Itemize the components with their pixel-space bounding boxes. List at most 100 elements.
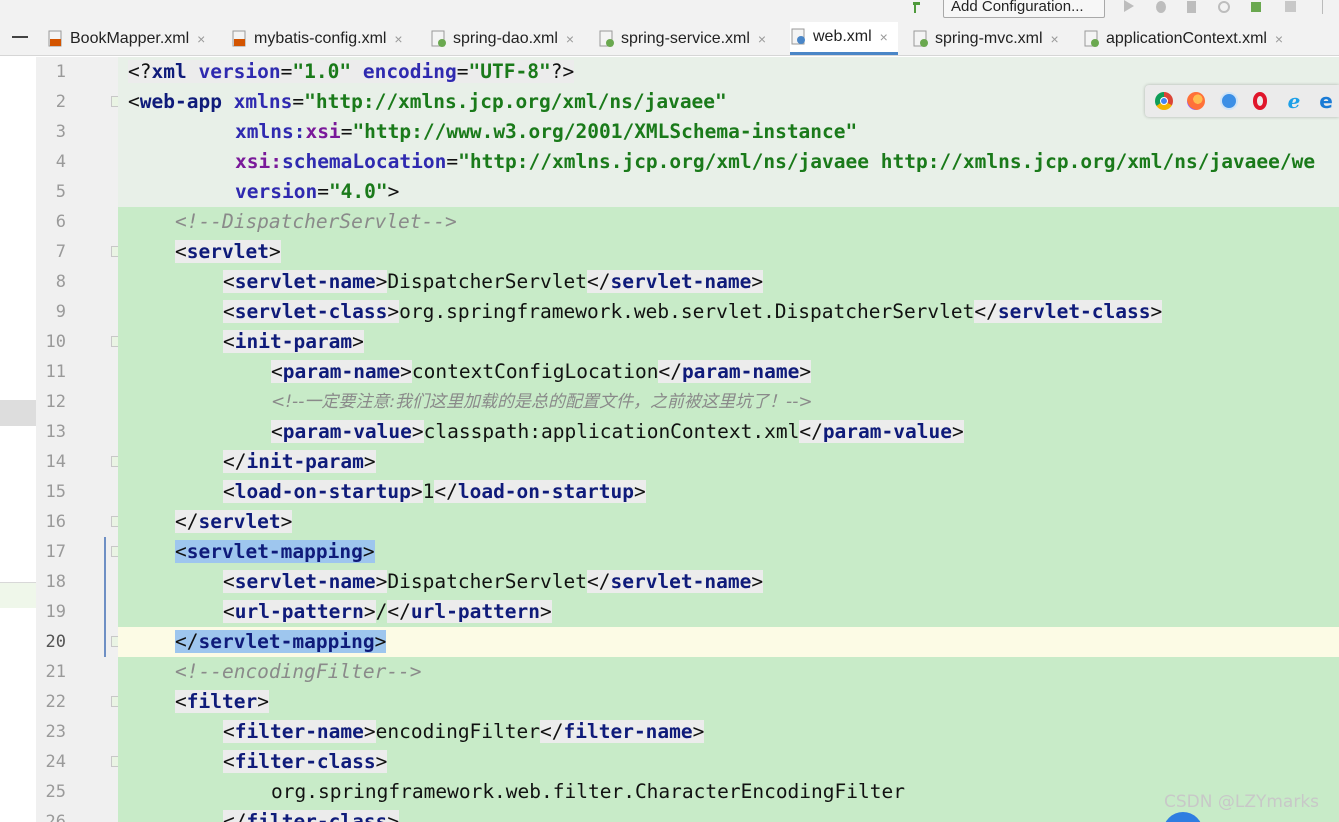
code-line-19: <url-pattern>/</url-pattern> <box>223 600 552 623</box>
token: param-name <box>282 360 401 383</box>
token: filter-name <box>563 720 693 743</box>
code-line-6: <!--DispatcherServlet--> <box>175 210 457 233</box>
line-number: 22 <box>45 692 66 712</box>
token: < <box>223 330 235 353</box>
line-number: 17 <box>45 542 66 562</box>
tab-close-icon[interactable]: × <box>1049 31 1061 47</box>
tab-close-icon[interactable]: × <box>1273 31 1285 47</box>
token: / <box>375 600 388 623</box>
opera-icon[interactable] <box>1253 92 1267 110</box>
token: url-pattern <box>234 600 364 623</box>
tab-close-icon[interactable]: × <box>392 31 404 47</box>
code-line-20: </servlet-mapping> <box>175 627 387 657</box>
token: servlet-name <box>234 570 376 593</box>
debug-icon[interactable] <box>1152 0 1170 14</box>
code-line-22: <filter> <box>175 687 269 717</box>
code-line-18: <servlet-name>DispatcherServlet</servlet… <box>223 570 764 593</box>
token: xmlns: <box>235 120 306 143</box>
line-number: 1 <box>55 62 66 82</box>
profile-icon[interactable] <box>1216 0 1234 14</box>
open-in-browser-bar: e e <box>1145 85 1339 117</box>
safari-icon[interactable] <box>1220 92 1238 110</box>
token: </ <box>223 450 247 473</box>
line-number-current: 20 <box>45 632 66 652</box>
code-line-11: <param-name>contextConfigLocation</param… <box>271 360 812 383</box>
token: contextConfigLocation <box>411 360 659 383</box>
token: "4.0" <box>328 180 388 203</box>
token: = <box>340 120 353 143</box>
token: encodingFilter <box>375 720 541 743</box>
code-line-3: xmlns:xsi="http://www.w3.org/2001/XMLSch… <box>235 117 857 147</box>
token: servlet-mapping <box>198 630 375 653</box>
token: > <box>352 330 364 353</box>
line-number: 6 <box>55 212 66 232</box>
edge-icon[interactable]: e <box>1317 91 1335 111</box>
token: </ <box>175 510 199 533</box>
token: > <box>363 450 376 473</box>
token: servlet-class <box>234 300 388 323</box>
token: > <box>387 810 400 822</box>
token: web-app <box>139 90 222 113</box>
strip-marker <box>0 582 36 608</box>
add-configuration-button[interactable]: Add Configuration... <box>943 0 1105 18</box>
code-line-5: version="4.0"> <box>235 177 399 207</box>
line-number: 8 <box>55 272 66 292</box>
tab-close-icon[interactable]: × <box>564 31 576 47</box>
token: xsi: <box>235 150 282 173</box>
tab-label: BookMapper.xml <box>70 29 190 47</box>
token: param-name <box>681 360 800 383</box>
tab-close-icon[interactable]: × <box>756 31 768 47</box>
stop-icon[interactable] <box>1282 0 1300 14</box>
code-line-9: <servlet-class>org.springframework.web.s… <box>223 300 1163 323</box>
token: filter-class <box>234 750 376 773</box>
tab-close-icon[interactable]: × <box>195 31 207 47</box>
code-line-23: <filter-name>encodingFilter</filter-name… <box>223 720 705 743</box>
line-number: 11 <box>45 362 66 382</box>
update-running-app-icon[interactable] <box>1248 0 1266 14</box>
run-icon[interactable] <box>1120 0 1138 14</box>
spring-xml-file-icon <box>1084 30 1099 47</box>
token: DispatcherServlet <box>387 270 587 293</box>
xml-declaration: <?xml version="1.0" encoding="UTF-8"?> <box>128 60 575 83</box>
chrome-icon[interactable] <box>1155 92 1173 110</box>
code-line-2: <web-app xmlns="http://xmlns.jcp.org/xml… <box>128 87 727 117</box>
tab-spring-mvc-xml[interactable]: spring-mvc.xml × <box>912 22 1061 55</box>
token: < <box>128 90 140 113</box>
hammer-build-icon[interactable] <box>910 0 928 14</box>
code-editor[interactable]: <?xml version="1.0" encoding="UTF-8"?> <… <box>118 57 1339 822</box>
code-line-13: <param-value>classpath:applicationContex… <box>271 420 964 443</box>
tab-bookmapper-xml[interactable]: BookMapper.xml × <box>47 22 207 55</box>
token: param-value <box>822 420 952 443</box>
tab-mybatis-config-xml[interactable]: mybatis-config.xml × <box>231 22 404 55</box>
tab-spring-dao-xml[interactable]: spring-dao.xml × <box>430 22 576 55</box>
vcs-change-marker[interactable] <box>104 537 106 657</box>
toolbar-separator <box>1322 0 1323 14</box>
firefox-icon[interactable] <box>1187 92 1205 110</box>
token: > <box>268 240 281 263</box>
matched-tag-highlight: <servlet-mapping> <box>175 540 375 563</box>
token: </ <box>175 630 199 653</box>
code-line-4: xsi:schemaLocation="http://xmlns.jcp.org… <box>235 147 1315 177</box>
line-number: 2 <box>55 92 66 112</box>
token: servlet <box>198 510 281 533</box>
minimize-icon[interactable] <box>12 36 28 38</box>
tab-label: mybatis-config.xml <box>254 29 387 47</box>
token: filter-name <box>234 720 364 743</box>
tab-applicationcontext-xml[interactable]: applicationContext.xml × <box>1083 22 1285 55</box>
line-number: 9 <box>55 302 66 322</box>
line-number: 10 <box>45 332 66 352</box>
tab-spring-service-xml[interactable]: spring-service.xml × <box>598 22 768 55</box>
ie-icon[interactable]: e <box>1285 91 1303 111</box>
tab-label: applicationContext.xml <box>1106 29 1267 47</box>
line-number: 13 <box>45 422 66 442</box>
token: = <box>292 90 305 113</box>
tab-close-icon[interactable]: × <box>878 29 890 45</box>
token: param-value <box>282 420 412 443</box>
tab-web-xml[interactable]: web.xml × <box>790 22 898 55</box>
token: servlet-name <box>610 270 752 293</box>
tab-label: spring-mvc.xml <box>935 29 1043 47</box>
line-number: 3 <box>55 122 66 142</box>
spring-xml-file-icon <box>599 30 614 47</box>
line-number: 5 <box>55 182 66 202</box>
coverage-icon[interactable] <box>1184 0 1202 14</box>
